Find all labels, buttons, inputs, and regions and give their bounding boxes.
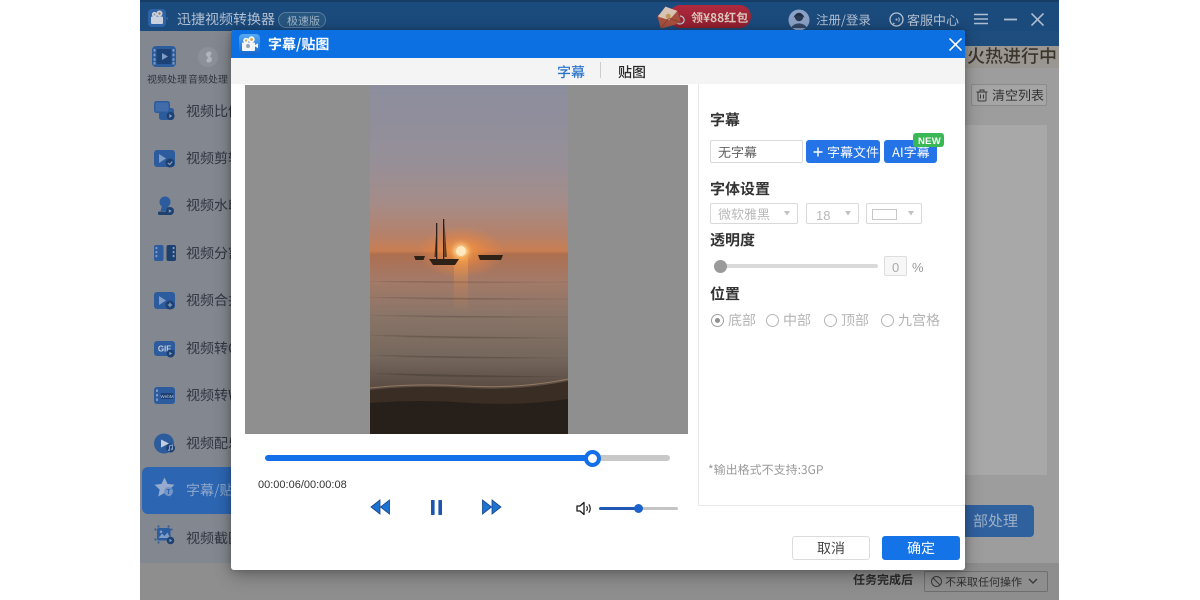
svg-text:WebM: WebM xyxy=(160,393,173,398)
svg-text:T: T xyxy=(166,489,171,496)
